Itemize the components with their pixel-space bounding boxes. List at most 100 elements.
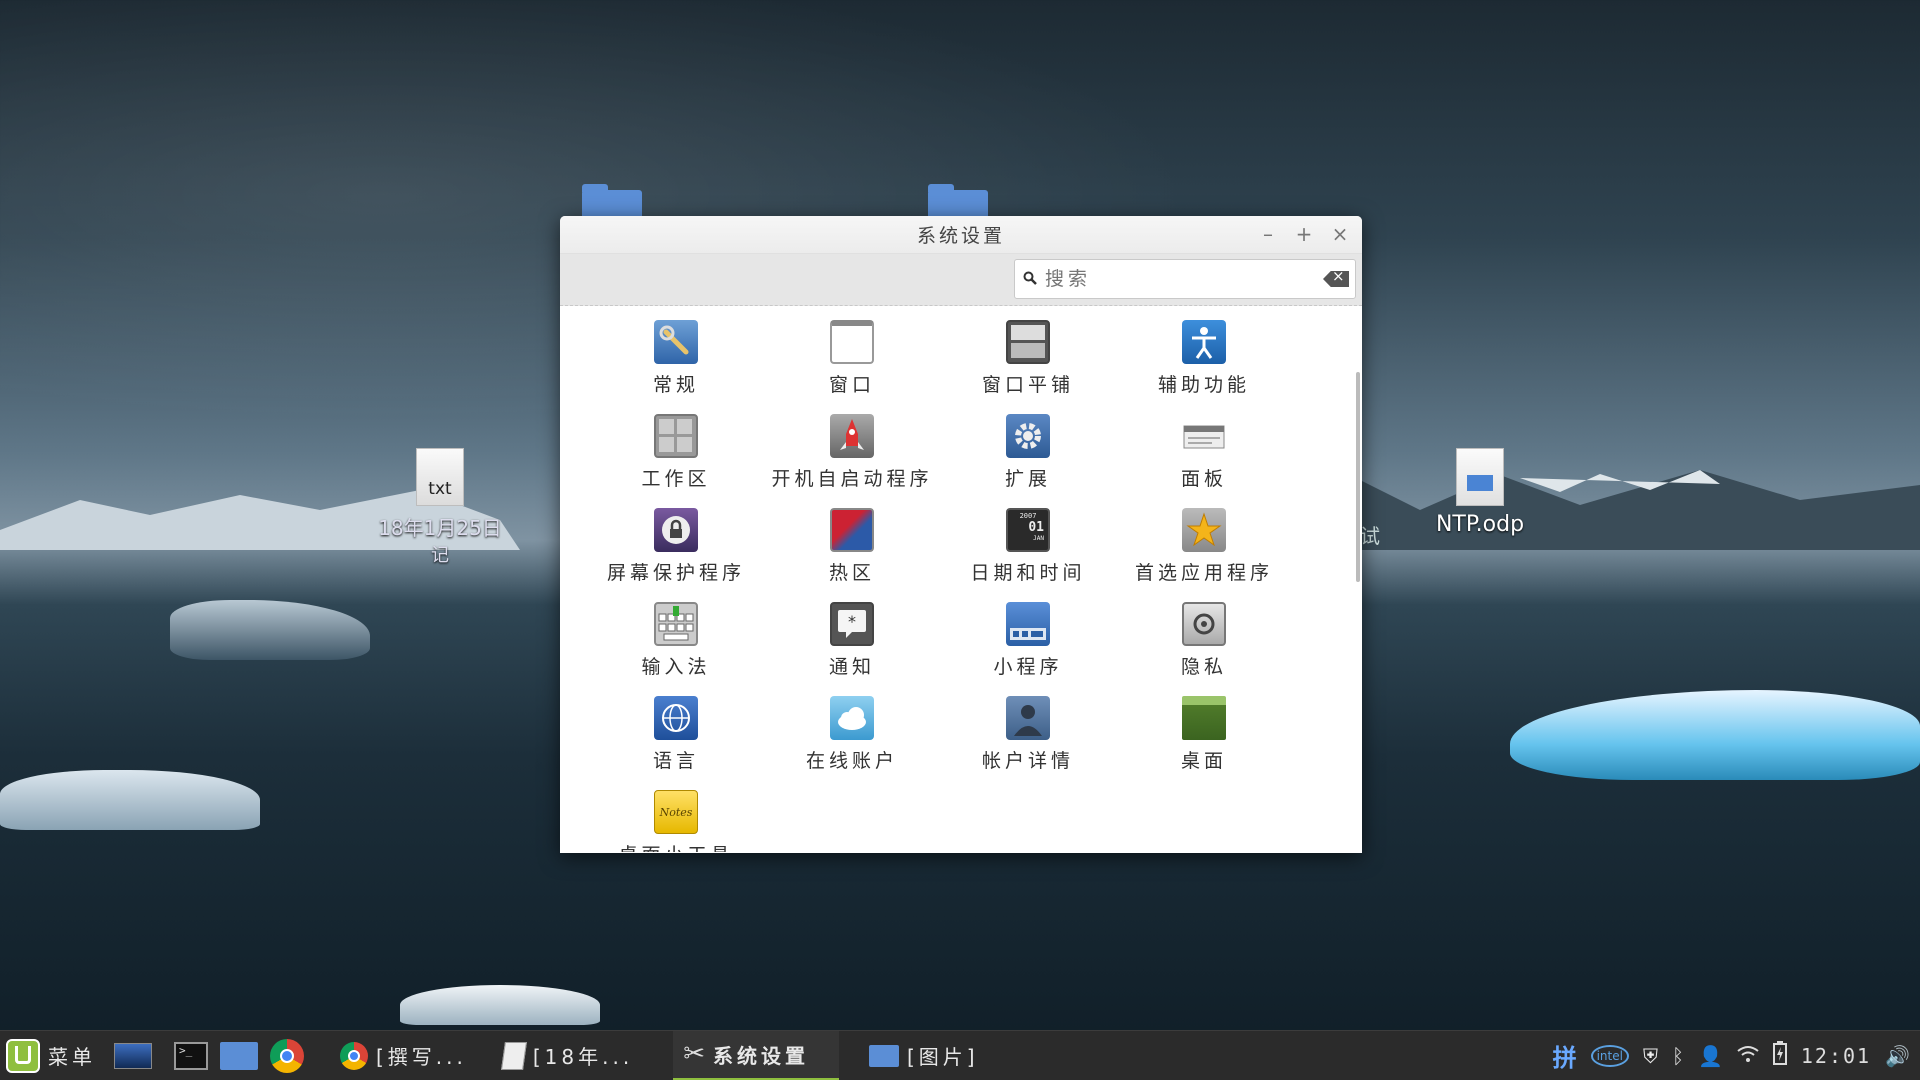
iceberg-front [400,985,600,1025]
settings-item-hotcorners[interactable]: 热区 [764,504,940,598]
item-label: 隐私 [1180,656,1227,678]
close-button[interactable]: × [1328,222,1352,246]
star-icon [1182,508,1226,552]
chrome-icon [340,1041,368,1070]
task-pictures[interactable]: [图片] [863,1031,985,1080]
settings-item-accessibility[interactable]: 辅助功能 [1116,316,1292,410]
task-label: [18年... [532,1045,634,1069]
settings-item-tiling[interactable]: 窗口平铺 [940,316,1116,410]
clear-search-icon[interactable] [1323,271,1349,287]
settings-item-preferred-apps[interactable]: 首选应用程序 [1116,504,1292,598]
settings-content: 常规 窗口 窗口平铺 辅助功能 工作区 开机自启动程序 扩展 面板 屏幕保护程序… [560,306,1362,852]
scrollbar[interactable] [1356,372,1360,582]
item-label: 小程序 [993,656,1063,678]
gear-icon [1006,414,1050,458]
settings-item-desklets[interactable]: Notes 桌面小工具 [588,786,764,852]
settings-item-screensaver[interactable]: 屏幕保护程序 [588,504,764,598]
volume-icon[interactable]: 🔊 [1885,1044,1910,1068]
shield-icon[interactable]: ⛨ [1643,1044,1658,1068]
chrome-launcher[interactable] [264,1031,310,1080]
task-label: [图片] [907,1045,979,1069]
settings-item-extensions[interactable]: 扩展 [940,410,1116,504]
accessibility-icon [1182,320,1226,364]
search-icon [1015,270,1045,289]
settings-item-applets[interactable]: 小程序 [940,598,1116,692]
task-label: 系统设置 [713,1043,809,1068]
battery-icon[interactable] [1772,1041,1787,1070]
settings-item-datetime[interactable]: 2007 01 JAN 日期和时间 [940,504,1116,598]
item-label: 桌面小工具 [618,840,733,852]
file-label: NTP.odp [1435,512,1525,537]
bluetooth-icon[interactable]: ᛒ [1672,1044,1684,1068]
item-label: 输入法 [641,656,711,678]
item-label: 工作区 [641,468,711,490]
clock[interactable]: 12:01 [1801,1044,1871,1068]
applet-icon [1006,602,1050,646]
folder-icon [220,1041,258,1070]
input-method-indicator[interactable]: 拼 [1553,1038,1577,1073]
search-box[interactable] [1014,259,1356,299]
settings-item-general[interactable]: 常规 [588,316,764,410]
files-launcher[interactable] [214,1031,264,1080]
task-editor[interactable]: [18年... [497,1031,639,1080]
desktop-file-txt[interactable]: txt 18年1月25日 记 [360,448,520,567]
settings-window: 系统设置 – + × 常规 窗口 [560,216,1362,853]
lock-icon [654,508,698,552]
hotcorner-icon [830,508,874,552]
item-label: 开机自启动程序 [771,468,933,490]
desktop-file-ntp[interactable]: NTP.odp [1420,448,1540,537]
settings-item-online-accounts[interactable]: 在线账户 [764,692,940,786]
svg-text:*: * [848,612,856,631]
chrome-icon [270,1038,304,1073]
file-badge: txt [428,479,452,499]
cloud-icon [830,696,874,740]
settings-item-workspaces[interactable]: 工作区 [588,410,764,504]
presentation-file-icon [1456,448,1504,506]
user-icon[interactable]: 👤 [1698,1044,1723,1068]
item-label: 首选应用程序 [1134,562,1273,584]
window-controls: – + × [1256,222,1352,246]
settings-item-privacy[interactable]: 隐私 [1116,598,1292,692]
settings-item-panel[interactable]: 面板 [1116,410,1292,504]
settings-item-language[interactable]: 语言 [588,692,764,786]
settings-item-account-details[interactable]: 帐户详情 [940,692,1116,786]
rocket-icon [830,414,874,458]
calendar-year: 2007 [1019,512,1037,520]
folder-icon [869,1044,899,1067]
settings-grid: 常规 窗口 窗口平铺 辅助功能 工作区 开机自启动程序 扩展 面板 屏幕保护程序… [588,316,1292,852]
window-titlebar[interactable]: 系统设置 – + × [560,216,1362,254]
window-toolbar [560,254,1362,306]
item-label: 常规 [652,374,699,396]
maximize-button[interactable]: + [1292,222,1316,246]
intel-graphics-icon[interactable]: intel [1590,1044,1629,1067]
settings-item-input-method[interactable]: 输入法 [588,598,764,692]
iceberg-left [0,770,260,830]
settings-item-windows[interactable]: 窗口 [764,316,940,410]
item-label: 桌面 [1180,750,1227,772]
item-label: 帐户详情 [981,750,1074,772]
settings-item-desktop[interactable]: 桌面 [1116,692,1292,786]
iceberg-right [1510,690,1920,780]
minimize-button[interactable]: – [1256,222,1280,246]
show-desktop-button[interactable] [108,1031,158,1080]
item-label: 面板 [1180,468,1227,490]
item-label: 日期和时间 [970,562,1086,584]
text-editor-icon [500,1041,527,1070]
notification-icon: * [830,602,874,646]
task-browser[interactable]: [撰写... [334,1031,473,1080]
menu-label: 菜单 [48,1045,96,1069]
menu-button[interactable]: 菜单 [0,1031,102,1080]
settings-item-notifications[interactable]: * 通知 [764,598,940,692]
window-title: 系统设置 [916,225,1005,247]
settings-item-startup[interactable]: 开机自启动程序 [764,410,940,504]
terminal-launcher[interactable]: >_ [168,1031,214,1080]
taskbar: 菜单 >_ [撰写... [18年... ✂ 系统设置 [图片] 拼 intel… [0,1030,1920,1080]
workspace-icon [654,414,698,458]
tiling-icon [1006,320,1050,364]
search-input[interactable] [1045,268,1323,290]
task-system-settings[interactable]: ✂ 系统设置 [673,1030,839,1080]
system-tray: 拼 intel ⛨ ᛒ 👤 12:01 🔊 [1553,1038,1920,1073]
wifi-icon[interactable] [1737,1044,1759,1068]
task-label: [撰写... [376,1045,467,1069]
show-desktop-icon [114,1042,152,1069]
